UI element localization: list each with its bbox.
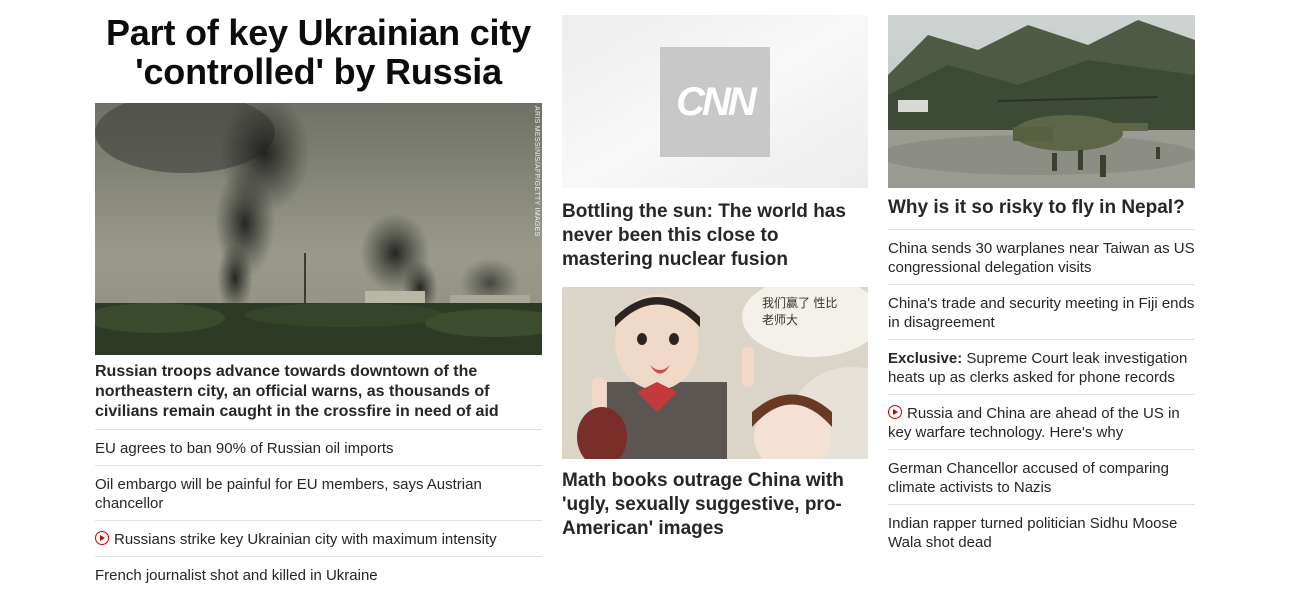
speech-bubble-text: 我们赢了 性比老师大 — [762, 296, 838, 327]
helicopter-in-mountains-photo — [888, 15, 1195, 188]
play-icon — [95, 531, 109, 545]
link-china-warplanes[interactable]: China sends 30 warplanes near Taiwan as … — [888, 239, 1195, 277]
math-books-headline[interactable]: Math books outrage China with 'ugly, sex… — [562, 469, 868, 541]
list-item: Oil embargo will be painful for EU membe… — [95, 465, 542, 520]
play-icon — [888, 405, 902, 419]
math-books-story-image[interactable]: 我们赢了 性比老师大 — [562, 287, 868, 459]
list-item: Russia and China are ahead of the US in … — [888, 394, 1195, 449]
link-text: Russia and China are ahead of the US in … — [888, 405, 1180, 441]
lead-story-column: Part of key Ukrainian city 'controlled' … — [95, 0, 542, 592]
list-item: Indian rapper turned politician Sidhu Mo… — [888, 504, 1195, 559]
link-oil-embargo[interactable]: Oil embargo will be painful for EU membe… — [95, 475, 542, 513]
list-item: German Chancellor accused of comparing c… — [888, 449, 1195, 504]
exclusive-kicker: Exclusive: — [888, 350, 963, 367]
link-russians-strike[interactable]: Russians strike key Ukrainian city with … — [95, 530, 542, 549]
right-links-list: China sends 30 warplanes near Taiwan as … — [888, 229, 1195, 559]
link-warfare-technology[interactable]: Russia and China are ahead of the US in … — [888, 404, 1195, 442]
fusion-story-image[interactable]: CNN — [562, 15, 868, 188]
image-credit: ARIS MESSINIS/AFP/GETTY IMAGES — [533, 106, 540, 237]
lead-story-summary[interactable]: Russian troops advance towards downtown … — [95, 362, 542, 422]
link-french-journalist[interactable]: French journalist shot and killed in Ukr… — [95, 566, 542, 585]
related-links-list: EU agrees to ban 90% of Russian oil impo… — [95, 429, 542, 592]
list-item: French journalist shot and killed in Ukr… — [95, 556, 542, 592]
list-item: EU agrees to ban 90% of Russian oil impo… — [95, 429, 542, 465]
middle-column: CNN Bottling the sun: The world has neve… — [562, 0, 868, 541]
link-text: Russians strike key Ukrainian city with … — [114, 531, 497, 548]
cnn-logo: CNN — [676, 79, 757, 124]
link-german-chancellor[interactable]: German Chancellor accused of comparing c… — [888, 459, 1195, 497]
link-sidhu-moose-wala[interactable]: Indian rapper turned politician Sidhu Mo… — [888, 514, 1195, 552]
smoke-over-city-photo — [95, 103, 542, 355]
list-item: Russians strike key Ukrainian city with … — [95, 520, 542, 556]
link-eu-oil-ban[interactable]: EU agrees to ban 90% of Russian oil impo… — [95, 439, 542, 458]
lead-story-image[interactable]: ARIS MESSINIS/AFP/GETTY IMAGES — [95, 103, 542, 355]
nepal-story-image[interactable] — [888, 15, 1195, 188]
link-supreme-court-leak[interactable]: Exclusive: Supreme Court leak investigat… — [888, 349, 1195, 387]
fusion-headline[interactable]: Bottling the sun: The world has never be… — [562, 200, 868, 272]
link-china-fiji[interactable]: China's trade and security meeting in Fi… — [888, 294, 1195, 332]
right-column: Why is it so risky to fly in Nepal? Chin… — [888, 0, 1195, 559]
list-item: Exclusive: Supreme Court leak investigat… — [888, 339, 1195, 394]
lead-headline[interactable]: Part of key Ukrainian city 'controlled' … — [95, 13, 542, 91]
nepal-headline[interactable]: Why is it so risky to fly in Nepal? — [888, 196, 1195, 220]
list-item: China's trade and security meeting in Fi… — [888, 284, 1195, 339]
list-item: China sends 30 warplanes near Taiwan as … — [888, 229, 1195, 284]
